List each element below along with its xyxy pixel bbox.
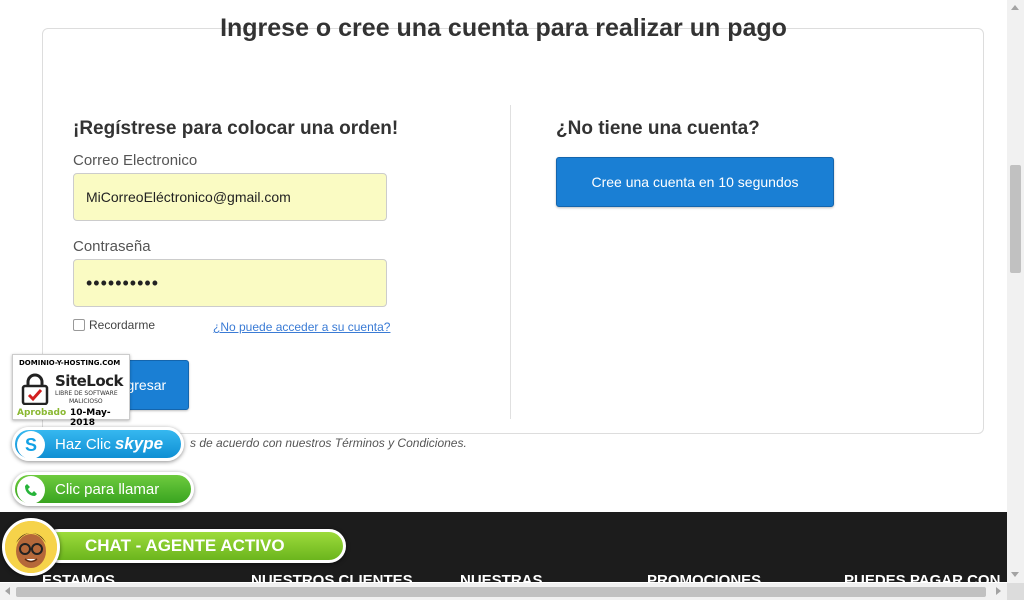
vertical-scroll-thumb[interactable] (1010, 165, 1021, 273)
remember-me[interactable]: Recordarme (73, 318, 155, 332)
horizontal-scroll-thumb[interactable] (16, 587, 986, 597)
skype-brand: skype (114, 434, 164, 453)
scroll-down-icon[interactable] (1011, 572, 1019, 577)
sitelock-badge[interactable]: DOMINIO-Y-HOSTING.COM SiteLock LIBRE DE … (12, 354, 130, 428)
chat-widget[interactable]: CHAT - AGENTE ACTIVO (2, 516, 346, 578)
sitelock-line2: MALICIOSO (69, 398, 103, 405)
chat-label: CHAT - AGENTE ACTIVO (85, 536, 285, 555)
footer-item[interactable]: NUESTRAS (460, 572, 543, 582)
scroll-right-icon[interactable] (996, 587, 1001, 595)
scrollbar-corner (1007, 583, 1024, 600)
skype-icon: S (17, 431, 45, 459)
chat-button[interactable]: CHAT - AGENTE ACTIVO (42, 529, 346, 563)
create-account-button[interactable]: Cree una cuenta en 10 segundos (556, 157, 834, 207)
agent-avatar (2, 518, 60, 576)
whatsapp-icon (17, 476, 45, 504)
password-field[interactable]: •••••••••• (73, 259, 387, 307)
skype-label: Haz Clic (55, 435, 111, 453)
sitelock-line1: LIBRE DE SOFTWARE (55, 390, 118, 397)
create-account-label: Cree una cuenta en 10 segundos (591, 174, 799, 190)
padlock-icon (21, 373, 49, 405)
login-title: ¡Regístrese para colocar una orden! (73, 118, 399, 139)
agent-face-icon (5, 521, 57, 573)
phone-icon (25, 484, 37, 496)
skype-button[interactable]: S Haz Clic skype (12, 427, 184, 461)
email-value: MiCorreoEléctronico@gmail.com (86, 189, 291, 205)
footer-item[interactable]: PUEDES PAGAR CON (844, 572, 1000, 582)
scroll-left-icon[interactable] (5, 587, 10, 595)
password-value: •••••••••• (86, 272, 160, 293)
page: Ingrese o cree una cuenta para realizar … (0, 0, 1024, 600)
email-field[interactable]: MiCorreoEléctronico@gmail.com (73, 173, 387, 221)
email-label: Correo Electronico (73, 152, 198, 169)
sitelock-brand: SiteLock (55, 372, 124, 390)
terms-text: s de acuerdo con nuestros Términos y Con… (190, 436, 467, 450)
remember-label: Recordarme (89, 318, 156, 332)
sitelock-domain: DOMINIO-Y-HOSTING.COM (19, 359, 121, 367)
signup-title: ¿No tiene una cuenta? (556, 118, 760, 139)
page-title: Ingrese o cree una cuenta para realizar … (220, 14, 787, 42)
footer-item[interactable]: PROMOCIONES (647, 572, 761, 582)
vertical-scrollbar[interactable] (1007, 0, 1024, 583)
forgot-password-link[interactable]: ¿No puede acceder a su cuenta? (213, 320, 390, 334)
call-button[interactable]: Clic para llamar (12, 472, 194, 506)
remember-checkbox[interactable] (73, 319, 85, 331)
sitelock-status: Aprobado (17, 408, 67, 418)
password-label: Contraseña (73, 238, 151, 255)
sitelock-date: 10-May-2018 (70, 408, 111, 428)
panel-divider (510, 105, 511, 419)
scroll-up-icon[interactable] (1011, 5, 1019, 10)
call-label: Clic para llamar (55, 480, 160, 498)
horizontal-scrollbar[interactable] (0, 583, 1007, 600)
